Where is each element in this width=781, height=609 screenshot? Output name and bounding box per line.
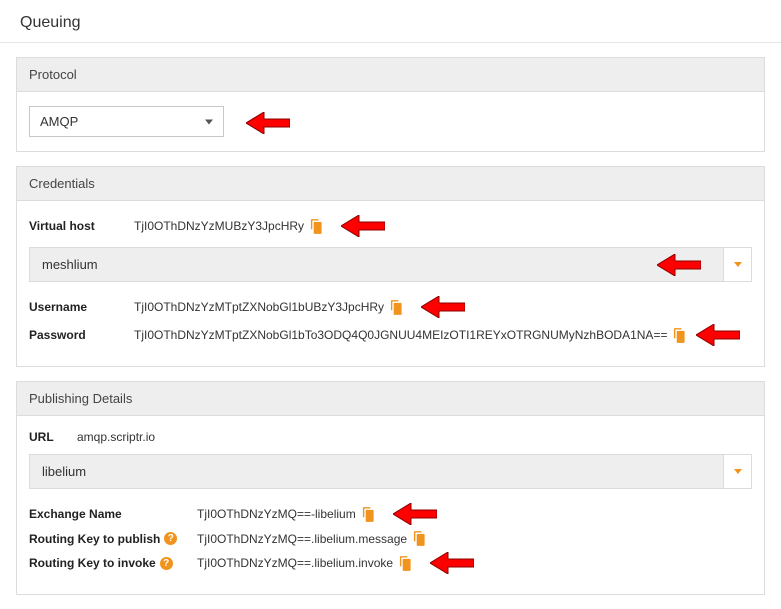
username-label: Username bbox=[29, 300, 134, 314]
copy-icon[interactable] bbox=[390, 300, 403, 315]
exchange-name-label: Exchange Name bbox=[29, 507, 197, 521]
routing-key-publish-value: TjI0OThDNzYzMQ==.libelium.message bbox=[197, 532, 407, 546]
publishing-dropdown-value: libelium bbox=[30, 455, 723, 488]
publishing-panel: Publishing Details URL amqp.scriptr.io l… bbox=[16, 381, 765, 595]
help-icon[interactable]: ? bbox=[160, 557, 173, 570]
page-title: Queuing bbox=[0, 0, 781, 43]
virtual-host-value: TjI0OThDNzYzMUBzY3JpcHRy bbox=[134, 219, 304, 233]
credentials-dropdown[interactable]: meshlium bbox=[29, 247, 752, 282]
credentials-dropdown-value: meshlium bbox=[30, 248, 723, 281]
url-label: URL bbox=[29, 430, 77, 444]
routing-key-publish-label-text: Routing Key to publish bbox=[29, 532, 160, 546]
protocol-panel: Protocol AMQP bbox=[16, 57, 765, 152]
chevron-down-icon bbox=[734, 262, 742, 267]
password-label: Password bbox=[29, 328, 134, 342]
routing-key-invoke-value: TjI0OThDNzYzMQ==.libelium.invoke bbox=[197, 556, 393, 570]
help-icon[interactable]: ? bbox=[164, 532, 177, 545]
chevron-down-icon bbox=[205, 119, 213, 124]
annotation-arrow-icon bbox=[696, 324, 740, 346]
credentials-panel: Credentials Virtual host TjI0OThDNzYzMUB… bbox=[16, 166, 765, 367]
copy-icon[interactable] bbox=[673, 328, 686, 343]
routing-key-publish-label: Routing Key to publish ? bbox=[29, 532, 197, 546]
annotation-arrow-icon bbox=[393, 503, 437, 525]
copy-icon[interactable] bbox=[362, 507, 375, 522]
url-value: amqp.scriptr.io bbox=[77, 430, 155, 444]
annotation-arrow-icon bbox=[341, 215, 385, 237]
publishing-header: Publishing Details bbox=[17, 382, 764, 416]
annotation-arrow-icon bbox=[246, 112, 290, 134]
credentials-header: Credentials bbox=[17, 167, 764, 201]
annotation-arrow-icon bbox=[430, 552, 474, 574]
publishing-dropdown[interactable]: libelium bbox=[29, 454, 752, 489]
exchange-name-value: TjI0OThDNzYzMQ==-libelium bbox=[197, 507, 356, 521]
credentials-dropdown-button[interactable] bbox=[723, 248, 751, 281]
protocol-select-value: AMQP bbox=[40, 114, 78, 129]
annotation-arrow-icon bbox=[421, 296, 465, 318]
protocol-header: Protocol bbox=[17, 58, 764, 92]
virtual-host-label: Virtual host bbox=[29, 219, 134, 233]
routing-key-invoke-label: Routing Key to invoke ? bbox=[29, 556, 197, 570]
password-value: TjI0OThDNzYzMTptZXNobGl1bTo3ODQ4Q0JGNUU4… bbox=[134, 328, 667, 342]
username-value: TjI0OThDNzYzMTptZXNobGl1bUBzY3JpcHRy bbox=[134, 300, 384, 314]
copy-icon[interactable] bbox=[413, 531, 426, 546]
chevron-down-icon bbox=[734, 469, 742, 474]
routing-key-invoke-label-text: Routing Key to invoke bbox=[29, 556, 156, 570]
annotation-arrow-icon bbox=[657, 254, 701, 276]
protocol-select[interactable]: AMQP bbox=[29, 106, 224, 137]
copy-icon[interactable] bbox=[310, 219, 323, 234]
publishing-dropdown-button[interactable] bbox=[723, 455, 751, 488]
copy-icon[interactable] bbox=[399, 556, 412, 571]
